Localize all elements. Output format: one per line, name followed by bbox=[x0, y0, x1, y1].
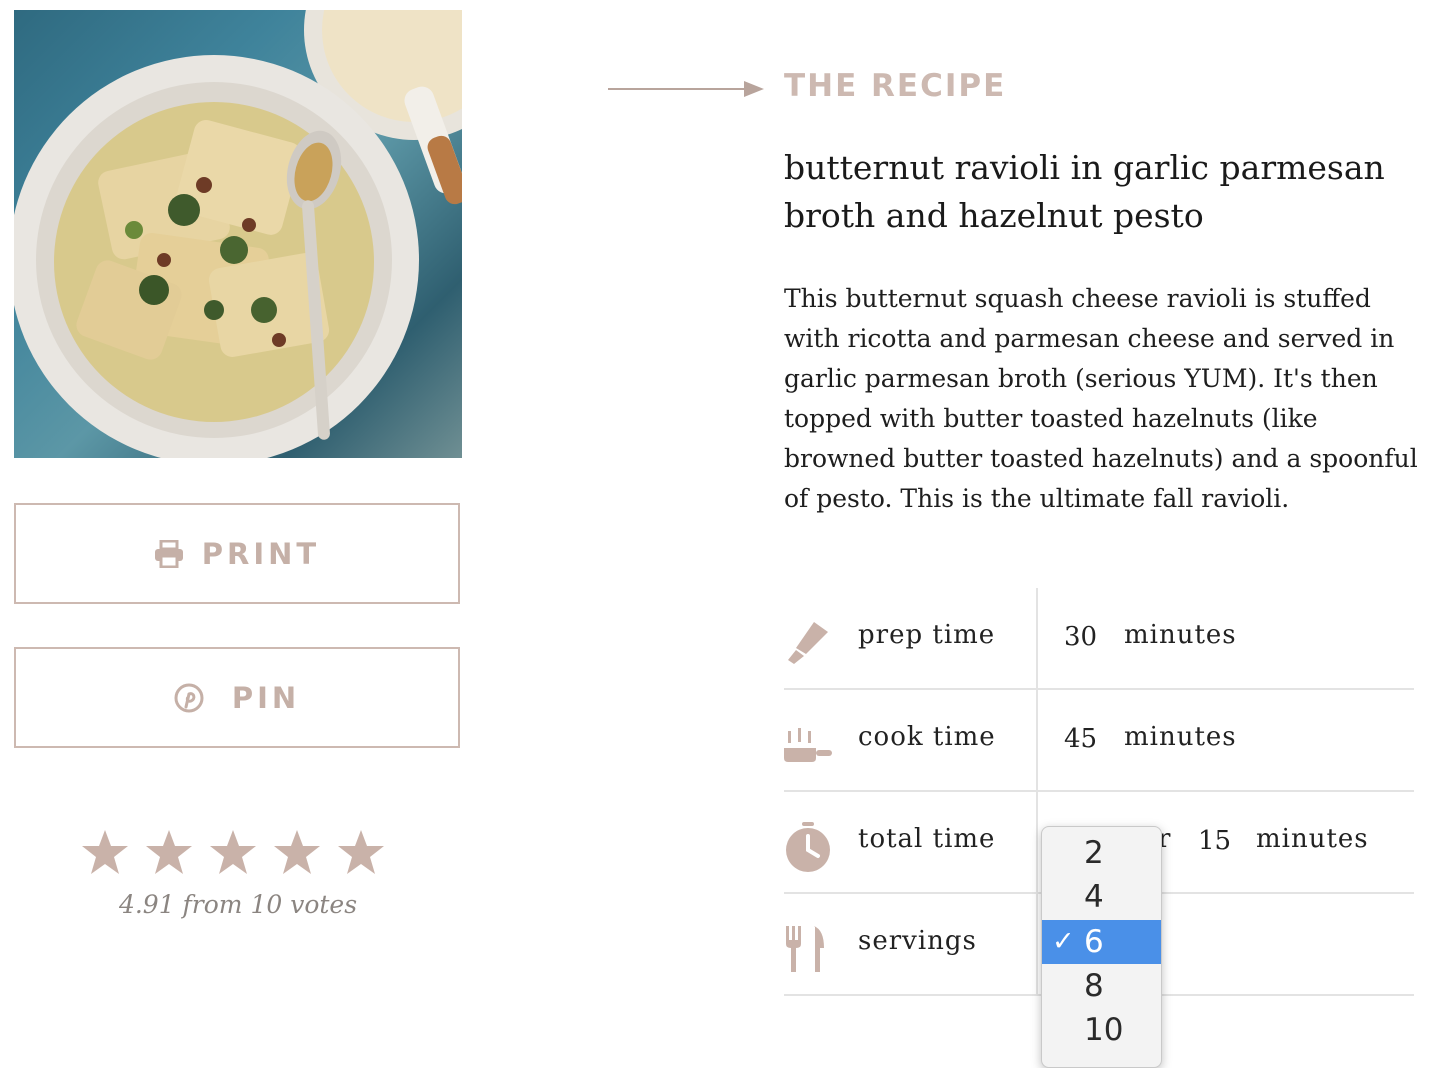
servings-option[interactable]: 8 bbox=[1042, 964, 1161, 1008]
recipe-title: butternut ravioli in garlic parmesan bro… bbox=[784, 148, 1385, 235]
star-icon[interactable] bbox=[208, 828, 258, 876]
recipe-description: This butternut squash cheese ravioli is … bbox=[784, 284, 1418, 513]
total-time-unit: minutes bbox=[1256, 824, 1369, 854]
star-icon[interactable] bbox=[272, 828, 322, 876]
star-icon[interactable] bbox=[80, 828, 130, 876]
ravioli-dish-image bbox=[14, 10, 462, 458]
print-label: PRINT bbox=[201, 536, 321, 571]
servings-label: servings bbox=[858, 926, 977, 956]
recipe-photo bbox=[14, 10, 462, 458]
prep-time-row: prep time 30 minutes bbox=[784, 588, 1414, 690]
knife-icon bbox=[788, 622, 828, 664]
pin-label: PIN bbox=[231, 680, 301, 715]
utensils-icon bbox=[786, 926, 824, 972]
pan-icon bbox=[784, 728, 832, 762]
prep-time-unit: minutes bbox=[1124, 620, 1237, 650]
print-button[interactable]: PRINT bbox=[14, 503, 460, 604]
servings-option[interactable]: 4 bbox=[1042, 875, 1161, 919]
checkmark-icon: ✓ bbox=[1052, 926, 1075, 957]
star-icon[interactable] bbox=[336, 828, 386, 876]
servings-option-selected[interactable]: ✓ 6 bbox=[1042, 920, 1161, 964]
total-time-label: total time bbox=[858, 824, 996, 854]
prep-time-label: prep time bbox=[858, 620, 996, 650]
servings-dropdown[interactable]: 2 4 ✓ 6 8 10 bbox=[1041, 826, 1162, 1068]
servings-option[interactable]: 10 bbox=[1042, 1008, 1161, 1052]
servings-option[interactable]: 2 bbox=[1042, 831, 1161, 875]
pin-button[interactable]: PIN bbox=[14, 647, 460, 748]
cook-time-value: 45 bbox=[1064, 724, 1098, 754]
section-eyebrow: THE RECIPE bbox=[784, 68, 1007, 104]
printer-icon bbox=[154, 539, 183, 568]
star-rating[interactable] bbox=[80, 828, 386, 876]
prep-time-value: 30 bbox=[1064, 622, 1098, 652]
total-time-value: 15 bbox=[1198, 826, 1232, 856]
cook-time-label: cook time bbox=[858, 722, 996, 752]
cook-time-unit: minutes bbox=[1124, 722, 1237, 752]
rating-summary: 4.91 from 10 votes bbox=[118, 890, 358, 919]
arrow-right-icon bbox=[608, 81, 764, 97]
pinterest-icon bbox=[174, 683, 204, 712]
clock-icon bbox=[786, 822, 830, 872]
star-icon[interactable] bbox=[144, 828, 194, 876]
cook-time-row: cook time 45 minutes bbox=[784, 690, 1414, 792]
